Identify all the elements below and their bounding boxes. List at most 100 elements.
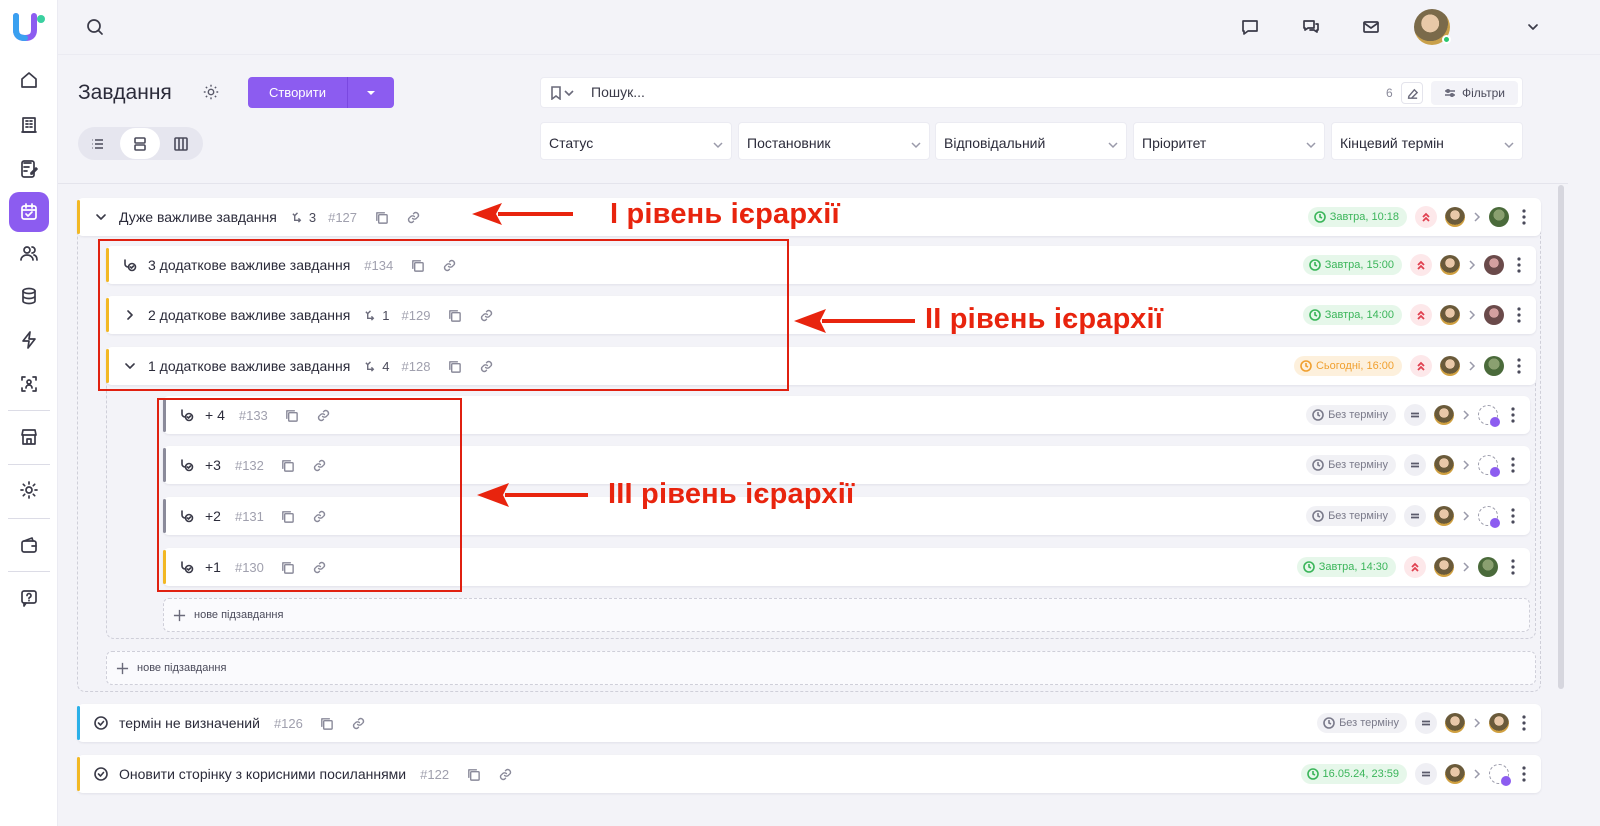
priority-high-icon[interactable] <box>1415 206 1437 228</box>
chevron-down-icon[interactable] <box>91 207 111 227</box>
copy-icon[interactable] <box>371 207 391 227</box>
avatar[interactable] <box>1484 305 1504 325</box>
new-subtask-button[interactable]: нове підзавдання <box>163 598 1530 632</box>
help-icon[interactable] <box>9 578 49 618</box>
kanban-view-icon[interactable] <box>161 128 201 159</box>
more-icon[interactable] <box>1517 209 1531 225</box>
scrollbar[interactable] <box>1558 185 1564 689</box>
avatar[interactable] <box>1434 557 1454 577</box>
link-icon[interactable] <box>495 764 515 784</box>
link-icon[interactable] <box>403 207 423 227</box>
check-circle-icon[interactable] <box>91 764 111 784</box>
priority-high-icon[interactable] <box>1404 556 1426 578</box>
priority-normal-icon[interactable] <box>1404 454 1426 476</box>
filters-button[interactable]: Фільтри <box>1431 81 1518 105</box>
more-icon[interactable] <box>1512 358 1526 374</box>
avatar[interactable] <box>1489 713 1509 733</box>
avatar[interactable] <box>1445 207 1465 227</box>
priority-normal-icon[interactable] <box>1404 505 1426 527</box>
task-title[interactable]: Оновити сторінку з корисними посиланнями <box>119 766 406 782</box>
store-icon[interactable] <box>9 417 49 457</box>
more-icon[interactable] <box>1506 407 1520 423</box>
more-icon[interactable] <box>1512 307 1526 323</box>
priority-high-icon[interactable] <box>1410 304 1432 326</box>
tasks-calendar-icon[interactable] <box>9 192 49 232</box>
avatar[interactable] <box>1484 356 1504 376</box>
task-title[interactable]: термін не визначений <box>119 715 260 731</box>
priority-normal-icon[interactable] <box>1415 712 1437 734</box>
deadline-filter[interactable]: Кінцевий термін <box>1331 122 1523 160</box>
add-assignee-icon[interactable] <box>1478 405 1500 427</box>
wallet-icon[interactable] <box>9 525 49 565</box>
more-icon[interactable] <box>1506 457 1520 473</box>
deadline-badge[interactable]: Сьогодні, 16:00 <box>1293 356 1402 376</box>
deadline-badge[interactable]: Завтра, 15:00 <box>1302 255 1402 275</box>
users-icon[interactable] <box>9 233 49 273</box>
bookmark-icon[interactable] <box>550 85 578 101</box>
task-row[interactable]: Оновити сторінку з корисними посиланнями… <box>77 755 1541 793</box>
task-row[interactable]: термін не визначений #126 Без терміну <box>77 704 1541 742</box>
eraser-icon[interactable] <box>1401 82 1423 104</box>
status-filter[interactable]: Статус <box>540 122 732 160</box>
priority-high-icon[interactable] <box>1410 254 1432 276</box>
priority-filter[interactable]: Пріоритет <box>1133 122 1325 160</box>
deadline-badge[interactable]: 16.05.24, 23:59 <box>1300 764 1407 784</box>
copy-icon[interactable] <box>317 713 337 733</box>
list-view-icon[interactable] <box>78 128 118 159</box>
task-title[interactable]: Дуже важливе завдання <box>119 209 277 225</box>
building-icon[interactable] <box>9 105 49 145</box>
priority-normal-icon[interactable] <box>1415 763 1437 785</box>
more-icon[interactable] <box>1517 766 1531 782</box>
deadline-badge[interactable]: Без терміну <box>1306 455 1396 475</box>
add-assignee-icon[interactable] <box>1478 455 1500 477</box>
avatar[interactable] <box>1440 255 1460 275</box>
create-button[interactable]: Створити <box>248 77 394 108</box>
add-assignee-icon[interactable] <box>1489 764 1511 786</box>
home-icon[interactable] <box>9 60 49 100</box>
search-input[interactable] <box>591 84 1291 100</box>
responsible-filter[interactable]: Відповідальний <box>935 122 1127 160</box>
deadline-badge[interactable]: Завтра, 14:00 <box>1302 305 1402 325</box>
avatar[interactable] <box>1445 713 1465 733</box>
lightning-icon[interactable] <box>9 320 49 360</box>
more-icon[interactable] <box>1517 715 1531 731</box>
more-icon[interactable] <box>1506 559 1520 575</box>
avatar[interactable] <box>1434 405 1454 425</box>
priority-high-icon[interactable] <box>1410 355 1432 377</box>
chat-icon[interactable] <box>1237 14 1263 40</box>
chevron-down-icon[interactable] <box>1520 14 1546 40</box>
database-icon[interactable] <box>9 276 49 316</box>
avatar[interactable] <box>1434 455 1454 475</box>
mail-icon[interactable] <box>1358 14 1384 40</box>
avatar[interactable] <box>1478 557 1498 577</box>
avatar[interactable] <box>1484 255 1504 275</box>
link-icon[interactable] <box>349 713 369 733</box>
app-logo[interactable] <box>12 10 46 44</box>
settings-icon[interactable] <box>9 470 49 510</box>
avatar[interactable] <box>1434 506 1454 526</box>
deadline-badge[interactable]: Без терміну <box>1306 506 1396 526</box>
avatar[interactable] <box>1445 764 1465 784</box>
search-icon[interactable] <box>82 14 108 40</box>
edit-document-icon[interactable] <box>9 149 49 189</box>
more-icon[interactable] <box>1512 257 1526 273</box>
check-circle-icon[interactable] <box>91 713 111 733</box>
deadline-badge[interactable]: Завтра, 14:30 <box>1296 557 1396 577</box>
copy-icon[interactable] <box>463 764 483 784</box>
gear-icon[interactable] <box>202 83 222 103</box>
avatar[interactable] <box>1489 207 1509 227</box>
user-avatar[interactable] <box>1414 9 1451 45</box>
deadline-badge[interactable]: Завтра, 10:18 <box>1307 207 1407 227</box>
avatar[interactable] <box>1440 305 1460 325</box>
assigner-filter[interactable]: Постановник <box>738 122 930 160</box>
priority-normal-icon[interactable] <box>1404 404 1426 426</box>
messages-icon[interactable] <box>1298 14 1324 40</box>
caret-down-icon[interactable] <box>348 90 394 96</box>
deadline-badge[interactable]: Без терміну <box>1317 713 1407 733</box>
more-icon[interactable] <box>1506 508 1520 524</box>
deadline-badge[interactable]: Без терміну <box>1306 405 1396 425</box>
new-subtask-button[interactable]: нове підзавдання <box>106 651 1536 685</box>
hierarchy-view-icon[interactable] <box>120 128 160 159</box>
scan-user-icon[interactable] <box>9 364 49 404</box>
avatar[interactable] <box>1440 356 1460 376</box>
